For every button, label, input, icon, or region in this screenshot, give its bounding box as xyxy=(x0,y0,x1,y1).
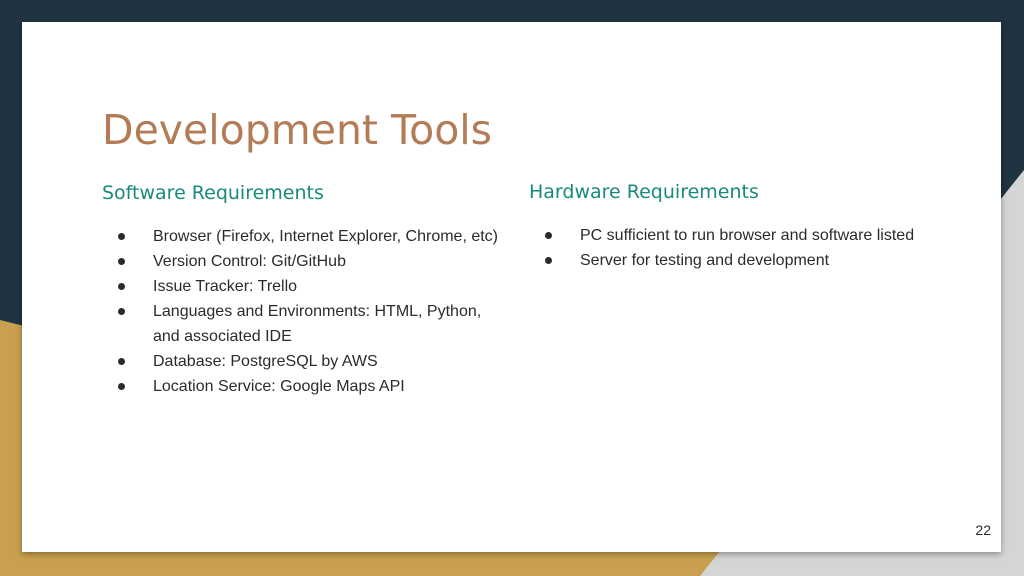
list-item: Location Service: Google Maps API xyxy=(102,374,512,399)
list-item: Version Control: Git/GitHub xyxy=(102,249,512,274)
slide-card: Development Tools Software Requirements … xyxy=(22,22,1001,552)
hardware-requirements-list: PC sufficient to run browser and softwar… xyxy=(529,223,929,273)
list-item: Issue Tracker: Trello xyxy=(102,274,512,299)
list-item-text: Browser (Firefox, Internet Explorer, Chr… xyxy=(153,228,498,245)
list-item-text: Issue Tracker: Trello xyxy=(153,278,298,295)
bullet-icon xyxy=(118,283,125,290)
list-item: Browser (Firefox, Internet Explorer, Chr… xyxy=(102,224,512,249)
list-item: Languages and Environments: HTML, Python… xyxy=(102,299,512,349)
software-requirements-heading: Software Requirements xyxy=(102,182,324,204)
bullet-icon xyxy=(118,358,125,365)
list-item-text: Database: PostgreSQL by AWS xyxy=(153,353,378,370)
list-item: Database: PostgreSQL by AWS xyxy=(102,349,512,374)
bullet-icon xyxy=(118,258,125,265)
software-requirements-section: Software Requirements Browser (Firefox, … xyxy=(102,182,512,399)
list-item: Server for testing and development xyxy=(529,248,929,273)
list-item-text: Location Service: Google Maps API xyxy=(153,378,405,395)
list-item: PC sufficient to run browser and softwar… xyxy=(529,223,929,248)
bullet-icon xyxy=(545,257,552,264)
software-requirements-list: Browser (Firefox, Internet Explorer, Chr… xyxy=(102,224,512,399)
list-item-text: Version Control: Git/GitHub xyxy=(153,253,346,270)
page-number: 22 xyxy=(975,522,991,538)
bullet-icon xyxy=(118,233,125,240)
list-item-text: PC sufficient to run browser and softwar… xyxy=(580,227,915,244)
slide-stage: Development Tools Software Requirements … xyxy=(0,0,1024,576)
hardware-requirements-section: Hardware Requirements PC sufficient to r… xyxy=(529,181,929,273)
list-item-text: Languages and Environments: HTML, Python… xyxy=(153,303,482,345)
bullet-icon xyxy=(118,383,125,390)
bullet-icon xyxy=(118,308,125,315)
hardware-requirements-heading: Hardware Requirements xyxy=(529,181,759,203)
list-item-text: Server for testing and development xyxy=(580,252,830,269)
slide-title: Development Tools xyxy=(102,106,493,154)
bullet-icon xyxy=(545,232,552,239)
